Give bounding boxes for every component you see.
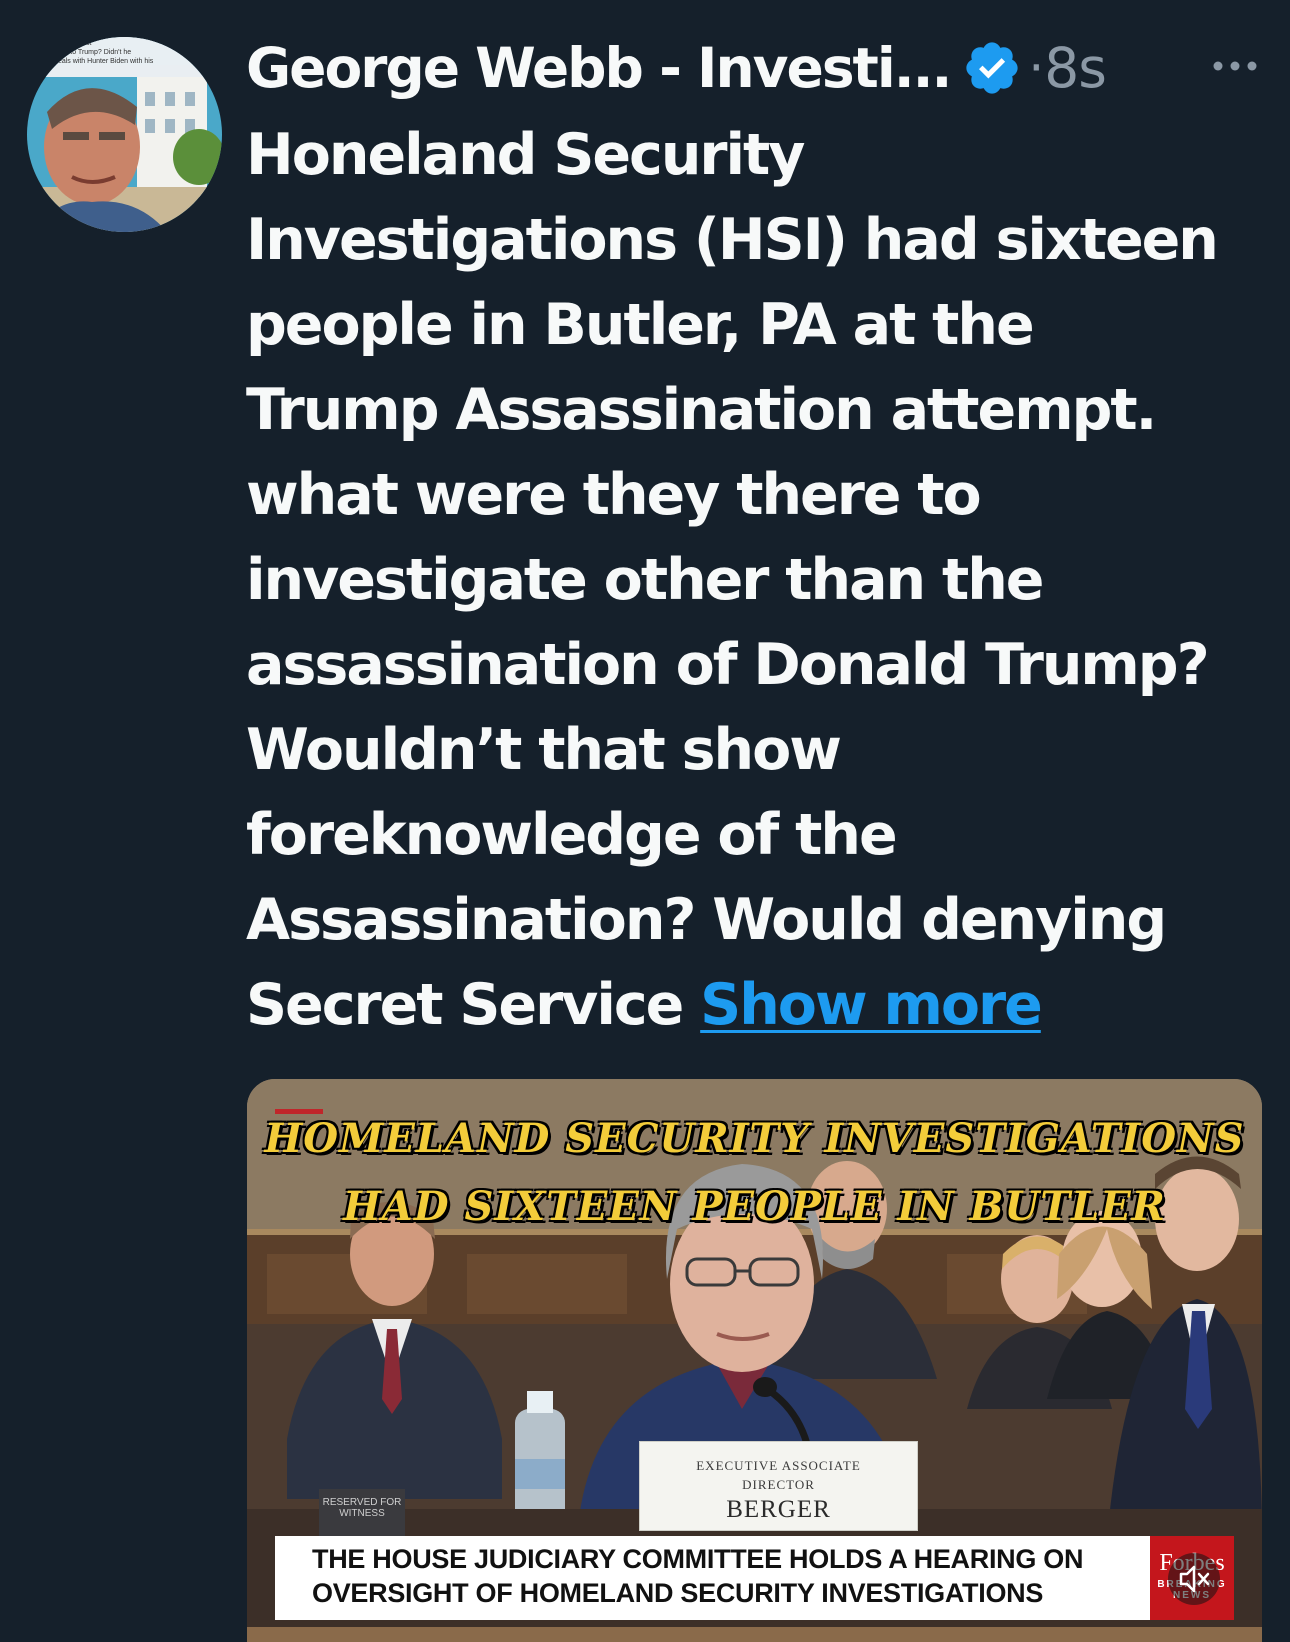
news-lower-third: THE HOUSE JUDICIARY COMMITTEE HOLDS A HE… [275,1536,1150,1620]
tweet-text-line: Trump Assassination attempt. [246,377,1157,443]
author-avatar[interactable]: ...gative Journalist ...me of Yu to Trum… [27,37,222,232]
post-timestamp[interactable]: 8s [1044,36,1107,100]
time-separator: · [1028,39,1045,97]
video-caption-line: HOMELAND SECURITY INVESTIGATIONS [264,1115,1245,1162]
caption-accent-mark [275,1109,323,1114]
author-name[interactable]: George Webb - Investi... [246,36,952,100]
tweet-text-fragment: Secret Service [246,972,701,1038]
tweet-text-line: Investigations (HSI) had sixteen [246,207,1219,273]
tweet-text-line: Wouldn’t that show [246,717,842,783]
witness-nameplate: EXECUTIVE ASSOCIATE DIRECTOR BERGER [639,1441,918,1531]
avatar-caption-line: ...gative Journalist [35,40,92,47]
avatar-caption-line: ...ons deals with Hunter Biden with his [35,58,154,65]
tweet-text-line: what were they there to [246,462,982,528]
tweet[interactable]: ...gative Journalist ...me of Yu to Trum… [0,0,1290,1642]
avatar-caption: ...gative Journalist ...me of Yu to Trum… [35,39,220,66]
volume-muted-icon[interactable] [1168,1553,1220,1605]
tweet-header: George Webb - Investi... · 8s [246,28,1107,108]
lower-third-line: THE HOUSE JUDICIARY COMMITTEE HOLDS A HE… [312,1544,1084,1574]
avatar-image [27,37,222,232]
tweet-text: Honeland Security Investigations (HSI) h… [246,113,1290,1048]
lower-third-line: OVERSIGHT OF HOMELAND SECURITY INVESTIGA… [312,1578,1044,1608]
tweet-text-line: assassination of Donald Trump? [246,632,1210,698]
tweet-text-line: Honeland Security [246,122,805,188]
avatar-caption-line: ...me of Yu to Trump? Didn't he [35,49,132,56]
tweet-text-line: Assassination? Would denying [246,887,1167,953]
nameplate-title: EXECUTIVE ASSOCIATE [696,1458,861,1473]
more-options-icon[interactable] [1212,54,1258,78]
tweet-text-line: people in Butler, PA at the [246,292,1035,358]
verified-badge-icon[interactable] [962,38,1022,98]
tweet-text-line: foreknowledge of the [246,802,898,868]
video-player[interactable]: HOMELAND SECURITY INVESTIGATIONS HAD SIX… [247,1079,1262,1642]
show-more-link[interactable]: Show more [700,972,1043,1038]
video-caption-line: HAD SIXTEEN PEOPLE IN BUTLER [343,1183,1166,1230]
tweet-text-last-line: Secret Service Show more [246,963,1290,1048]
nameplate-name: BERGER [726,1496,831,1523]
nameplate-title: DIRECTOR [742,1477,815,1492]
tweet-text-line: investigate other than the [246,547,1044,613]
